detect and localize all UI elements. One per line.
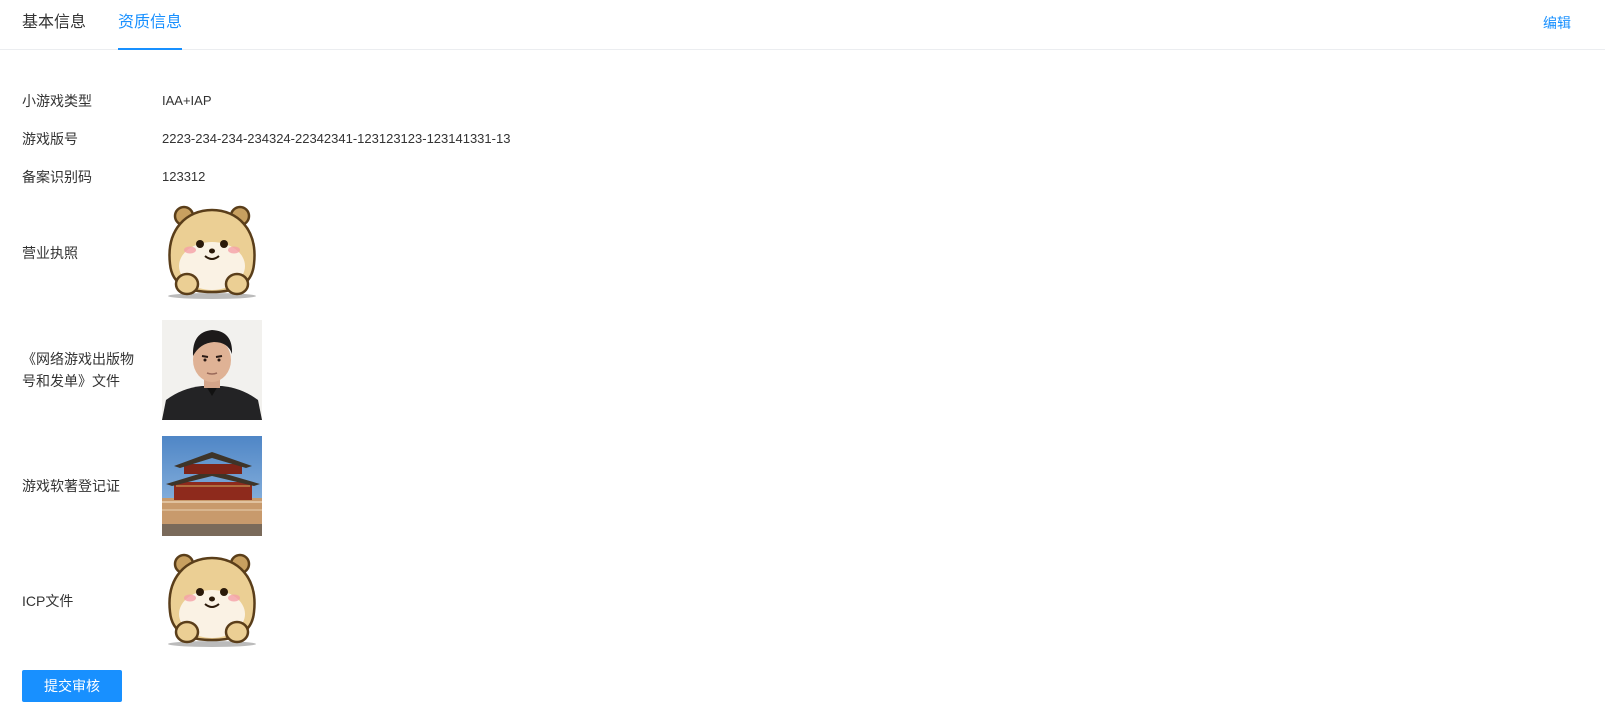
edit-link[interactable]: 编辑 [1543, 0, 1571, 46]
publication-doc-label: 《网络游戏出版物 号和发单》文件 [22, 348, 142, 392]
business-license-label: 营业执照 [22, 245, 78, 261]
tab-bar: 基本信息 资质信息 编辑 [0, 0, 1605, 50]
submit-review-button[interactable]: 提交审核 [22, 670, 122, 702]
tab-basic-info[interactable]: 基本信息 [22, 0, 86, 50]
tab-qualification-info[interactable]: 资质信息 [118, 0, 183, 50]
software-copyright-image[interactable] [162, 436, 262, 536]
publication-doc-label-line2: 号和发单》文件 [22, 373, 120, 389]
publication-doc-label-line1: 《网络游戏出版物 [22, 351, 134, 367]
version-no-value: 2223-234-234-234324-22342341-123123123-1… [162, 131, 511, 146]
record-code-label: 备案识别码 [22, 169, 92, 185]
portrait-photo-icon [162, 320, 262, 420]
hamster-icon [168, 553, 256, 647]
game-type-value: IAA+IAP [162, 93, 212, 108]
record-code-value: 123312 [162, 169, 206, 184]
business-license-image[interactable] [162, 204, 262, 304]
game-type-label: 小游戏类型 [22, 93, 92, 109]
icp-doc-label: ICP文件 [22, 593, 74, 609]
hamster-icon [168, 205, 256, 299]
palace-photo-icon [162, 436, 262, 536]
software-copyright-label: 游戏软著登记证 [22, 478, 120, 494]
version-no-label: 游戏版号 [22, 131, 78, 147]
icp-doc-image[interactable] [162, 552, 262, 652]
publication-doc-image[interactable] [162, 320, 262, 420]
